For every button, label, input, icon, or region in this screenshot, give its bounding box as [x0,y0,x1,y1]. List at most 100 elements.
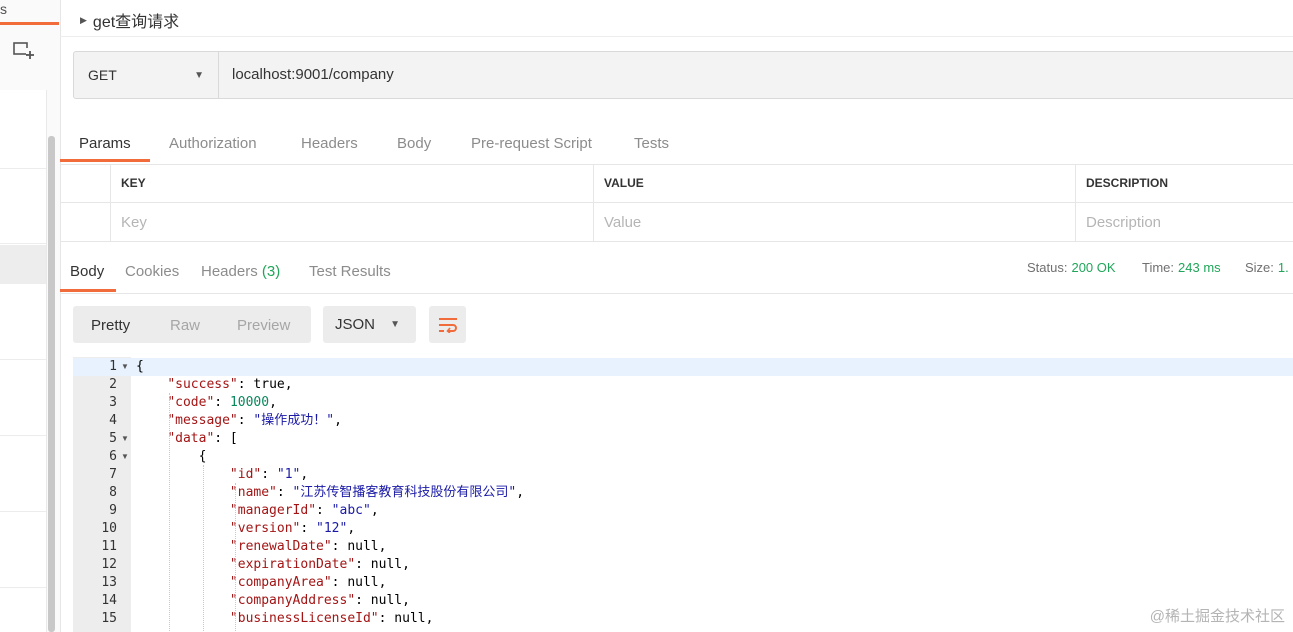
new-collection-icon[interactable] [12,40,36,62]
collection-item[interactable] [0,90,46,169]
indent-guide [235,483,237,632]
key-input[interactable]: Key [110,203,593,241]
method-select[interactable]: GET ▼ [74,52,219,98]
code-line: 2 "success": true, [73,376,1293,394]
time-value: 243 ms [1178,260,1221,275]
code-line: 5 ▼ "data": [ [73,430,1293,448]
raw-button[interactable]: Raw [170,317,200,334]
line-number: 13 [101,575,117,590]
collection-item[interactable] [0,285,46,360]
code-text: "businessLicenseId": null, [229,611,434,626]
request-title[interactable]: ▶ get查询请求 [80,8,179,32]
method-label: GET [88,67,117,83]
response-tab-headers[interactable]: Headers (3) [201,263,280,280]
active-tab-indicator [60,159,150,162]
time-readout: Time: 243 ms [1142,260,1221,275]
size-value: 1. [1277,260,1289,275]
status-label: Status: [1027,260,1068,275]
code-text: "managerId": "abc", [229,503,379,518]
request-title-text: get查询请求 [92,14,180,31]
line-number: 6 [109,449,117,464]
row-checkbox-cell[interactable] [60,203,110,241]
expand-caret-icon[interactable]: ▶ [80,15,87,26]
url-input[interactable]: localhost:9001/company [232,66,394,83]
line-number: 1 [109,359,117,374]
fold-toggle-icon[interactable]: ▼ [121,358,129,376]
tab-tests[interactable]: Tests [634,135,669,152]
line-number: 5 [109,431,117,446]
tab-authorization[interactable]: Authorization [169,135,257,152]
code-line: 6 ▼ { [73,448,1293,466]
code-line: 9 "managerId": "abc", [73,502,1293,520]
code-text: { [136,449,207,464]
line-number: 15 [101,611,117,626]
response-tab-cookies[interactable]: Cookies [125,263,179,280]
key-placeholder: Key [121,213,147,231]
value-input[interactable]: Value [593,203,1075,241]
collection-item[interactable] [0,169,46,244]
value-placeholder: Value [604,213,642,231]
code-text: "data": [ [167,431,238,446]
response-tab-headers-label: Headers [201,263,258,280]
format-select[interactable]: JSON ▼ [323,306,416,343]
code-line: 7 "id": "1", [73,466,1293,484]
code-line: 3 "code": 10000, [73,394,1293,412]
collection-item[interactable] [0,513,46,588]
sidebar-tab-label[interactable]: s [0,0,7,18]
url-bar: GET ▼ localhost:9001/company [73,51,1293,99]
line-number: 4 [109,413,117,428]
code-text: "name": "江苏传智播客教育科技股份有限公司", [229,485,525,500]
tab-headers[interactable]: Headers [301,135,358,152]
line-number: 10 [101,521,117,536]
response-body-editor[interactable]: 1 ▼ {2 "success": true, 3 "code": 10000, 4 "… [73,357,1293,632]
response-tab-test-results[interactable]: Test Results [309,263,391,280]
params-table: KEY VALUE DESCRIPTION Key Value Descript… [60,164,1293,242]
indent-guide [203,465,205,632]
collection-list [0,90,47,632]
collection-item[interactable] [0,361,46,436]
chevron-down-icon: ▼ [390,319,400,330]
chevron-down-icon: ▼ [194,69,204,81]
code-line: 14 "companyAddress": null, [73,592,1293,610]
preview-button[interactable]: Preview [237,317,290,334]
code-line: 4 "message": "操作成功！", [73,412,1293,430]
code-line: 11 "renewalDate": null, [73,538,1293,556]
description-input[interactable]: Description [1075,203,1293,241]
code-text: "expirationDate": null, [229,557,410,572]
tab-params[interactable]: Params [79,135,131,152]
pretty-button[interactable]: Pretty [91,317,130,334]
collection-item[interactable] [0,437,46,512]
fold-toggle-icon[interactable]: ▼ [121,448,129,466]
code-text: "companyAddress": null, [229,593,410,608]
line-number: 11 [101,539,117,554]
wrap-lines-button[interactable] [429,306,466,343]
collection-item-selected[interactable] [0,245,46,284]
column-header-key-label: KEY [121,176,146,190]
line-number: 3 [109,395,117,410]
sidebar: s [0,0,61,632]
status-readout: Status: 200 OK [1027,260,1116,275]
code-text: "message": "操作成功！", [167,413,342,428]
column-header-value: VALUE [593,164,1075,202]
code-text: "renewalDate": null, [229,539,387,554]
active-response-tab-indicator [60,289,116,292]
headers-count-badge: (3) [261,263,281,280]
fold-toggle-icon[interactable]: ▼ [121,430,129,448]
params-header-row: KEY VALUE DESCRIPTION [60,164,1293,203]
size-readout: Size: 1. [1245,260,1289,275]
code-line: 8 "name": "江苏传智播客教育科技股份有限公司", [73,484,1293,502]
code-text: { [136,359,144,374]
code-line: 10 "version": "12", [73,520,1293,538]
response-tabs: Body Cookies Headers (3) Test Results St… [60,244,1293,294]
code-line: 12 "expirationDate": null, [73,556,1293,574]
code-line: 13 "companyArea": null, [73,574,1293,592]
params-input-row: Key Value Description [60,203,1293,242]
sidebar-scrollbar[interactable] [48,136,55,632]
tab-pre-request-script[interactable]: Pre-request Script [471,135,592,152]
code-text: "success": true, [167,377,293,392]
code-text: "id": "1", [229,467,309,482]
tab-body[interactable]: Body [397,135,431,152]
response-tab-body[interactable]: Body [70,263,104,280]
divider [60,36,1293,37]
checkbox-column-header [60,164,110,202]
